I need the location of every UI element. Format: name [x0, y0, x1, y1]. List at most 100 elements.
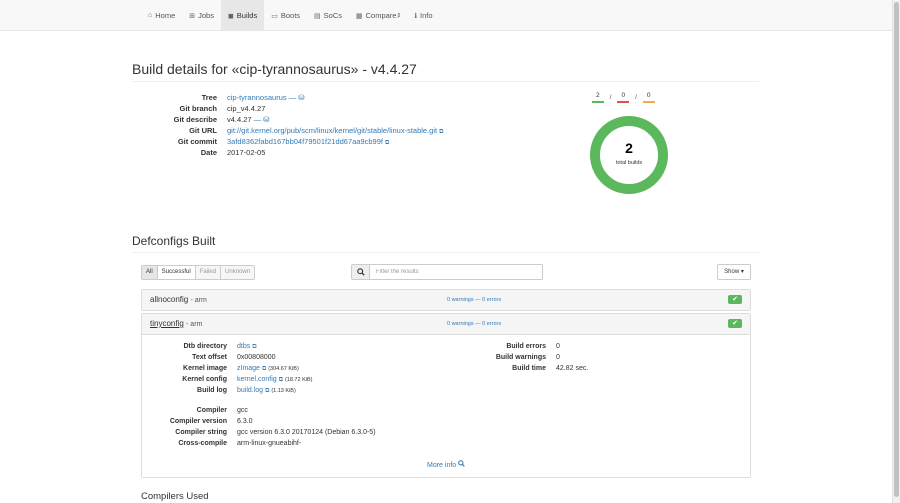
- filter-failed-button[interactable]: Failed: [195, 266, 222, 279]
- nav-boots[interactable]: ▭ Boots: [264, 0, 307, 31]
- dtbs-link[interactable]: dtbs: [237, 343, 250, 350]
- build-errors-value: 0: [556, 343, 560, 350]
- main-nav: ⌂ Home ⊞ Jobs ◼ Builds ▭ Boots ▤ SoCs ▦ Compar…: [141, 0, 440, 31]
- defconfig-panel-tinyconfig: tinyconfig - arm 0 warnings — 0 errors ✔…: [141, 313, 751, 478]
- th-icon: ▦: [356, 12, 363, 20]
- filter-search: [351, 264, 543, 280]
- compiler-version-label: Compiler version: [169, 418, 227, 425]
- nav-home[interactable]: ⌂ Home: [141, 0, 182, 31]
- cross-compile-label: Cross-compile: [178, 440, 227, 447]
- failed-count: 0: [617, 92, 630, 103]
- top-navbar: ⌂ Home ⊞ Jobs ◼ Builds ▭ Boots ▤ SoCs ▦ Compar…: [0, 0, 892, 31]
- info-row: Kernel image zImage ⧉ (304.67 KiB): [142, 363, 312, 374]
- external-link-icon: ⧉: [385, 140, 390, 146]
- filter-unknown-button[interactable]: Unknown: [221, 266, 255, 279]
- git-commit-link[interactable]: 3afd8362fabd167bb04f79501f21dd67aa9cb99f: [227, 137, 383, 146]
- external-link-icon: ⧉: [261, 366, 267, 372]
- build-log-link[interactable]: build.log: [237, 387, 263, 394]
- info-row: Build time 42.82 sec.: [458, 363, 588, 374]
- cube-icon: ◼: [227, 12, 234, 20]
- nav-builds[interactable]: ◼ Builds: [220, 0, 265, 31]
- search-icon: [351, 264, 369, 280]
- compiler-string-value: gcc version 6.3.0 20170124 (Debian 6.3.0…: [237, 429, 376, 436]
- nav-info[interactable]: ℹ Info: [407, 0, 439, 31]
- git-url-link[interactable]: git://git.kernel.org/pub/scm/linux/kerne…: [227, 126, 437, 135]
- kernel-image-label: Kernel image: [183, 365, 227, 372]
- build-log-label: Build log: [197, 387, 227, 394]
- warnings-errors-link[interactable]: 0 warnings — 0 errors: [447, 297, 501, 303]
- panel-heading[interactable]: allnoconfig - arm 0 warnings — 0 errors …: [142, 290, 750, 311]
- info-icon: ℹ: [414, 12, 418, 20]
- tree-label: Tree: [201, 93, 217, 102]
- info-row: Build log build.log ⧉ (1.13 KiB): [142, 385, 312, 396]
- defconfig-name: tinyconfig: [150, 319, 184, 328]
- defconfig-name: allnoconfig: [150, 295, 189, 304]
- text-offset-label: Text offset: [192, 354, 227, 361]
- kernel-image-size: (304.67 KiB): [268, 366, 299, 372]
- nav-compare[interactable]: ▦ Compare β: [349, 0, 407, 31]
- sitemap-icon: ⊞: [189, 12, 196, 20]
- info-row: Cross-compile arm-linux-gnueabihf-: [142, 438, 376, 449]
- detail-row-date: Date 2017-02-05: [150, 147, 443, 158]
- describe-suffix: —: [253, 115, 262, 124]
- more-info-link[interactable]: More info: [427, 460, 465, 469]
- build-details: Tree cip-tyrannosaurus — ⛁ Git branch cip_…: [150, 92, 444, 158]
- detail-row-branch: Git branch cip_v4.4.27: [150, 103, 443, 114]
- compiler-value: gcc: [237, 407, 248, 414]
- build-time-value: 42.82 sec.: [556, 365, 589, 372]
- success-count: 2: [592, 92, 604, 103]
- nav-socs-label: SoCs: [323, 11, 342, 20]
- external-link-icon: ⧉: [265, 388, 270, 394]
- info-row: Build errors 0: [458, 341, 588, 352]
- title-divider: [132, 81, 759, 82]
- show-dropdown-button[interactable]: Show ▾: [717, 264, 751, 280]
- date-value: 2017-02-05: [227, 148, 266, 157]
- defconfig-arch: - arm: [186, 321, 203, 328]
- panel-heading[interactable]: tinyconfig - arm 0 warnings — 0 errors ✔: [142, 314, 750, 335]
- hdd-icon[interactable]: ⛁: [263, 115, 269, 124]
- nav-socs[interactable]: ▤ SoCs: [307, 0, 349, 31]
- total-builds-number: 2: [625, 140, 633, 156]
- build-warnings-value: 0: [556, 354, 560, 361]
- info-row: Compiler gcc: [142, 405, 376, 416]
- page-title: Build details for «cip-tyrannosaurus» - …: [132, 61, 417, 77]
- vertical-scrollbar[interactable]: [892, 0, 900, 503]
- detail-row-url: Git URL git://git.kernel.org/pub/scm/linu…: [150, 125, 443, 136]
- beta-badge: β: [397, 12, 401, 19]
- compiler-version-value: 6.3.0: [237, 418, 253, 425]
- tree-link[interactable]: cip-tyrannosaurus: [227, 93, 287, 102]
- nav-home-label: Home: [155, 11, 176, 20]
- nav-jobs-label: Jobs: [198, 11, 214, 20]
- nav-compare-label: Compare: [365, 11, 397, 20]
- build-warnings-label: Build warnings: [495, 354, 546, 361]
- defconfig-panel-allnoconfig[interactable]: allnoconfig - arm 0 warnings — 0 errors …: [141, 289, 751, 311]
- unknown-count: 0: [642, 92, 655, 103]
- filter-successful-button[interactable]: Successful: [157, 266, 196, 279]
- filter-all-button[interactable]: All: [142, 266, 158, 279]
- commit-label: Git commit: [177, 137, 217, 146]
- cross-compile-value: arm-linux-gnueabihf-: [237, 440, 302, 447]
- scrollbar-thumb[interactable]: [894, 2, 899, 497]
- kernel-config-link[interactable]: kernel.config: [237, 376, 277, 383]
- build-counts: 2 / 0 / 0: [592, 92, 655, 103]
- detail-row-describe: Git describe v4.4.27 — ⛁: [150, 114, 443, 125]
- home-icon: ⌂: [148, 12, 153, 19]
- filter-input[interactable]: [369, 264, 543, 280]
- warnings-errors-link[interactable]: 0 warnings — 0 errors: [447, 321, 501, 327]
- nav-jobs[interactable]: ⊞ Jobs: [182, 0, 221, 31]
- detail-row-commit: Git commit 3afd8362fabd167bb04f79501f21dd…: [150, 136, 443, 147]
- hdd-icon[interactable]: ⛁: [298, 93, 304, 102]
- build-artifacts: Dtb directory dtbs ⧉ Text offset 0x00808000…: [142, 341, 312, 396]
- build-time-label: Build time: [512, 365, 546, 372]
- compiler-string-label: Compiler string: [175, 429, 227, 436]
- compiler-label: Compiler: [196, 407, 227, 414]
- compilers-used-title: Compilers Used: [141, 491, 209, 502]
- count-separator: /: [609, 94, 612, 101]
- branch-label: Git branch: [179, 104, 217, 113]
- hdd-icon: ▭: [271, 12, 278, 20]
- external-link-icon: ⧉: [278, 377, 283, 383]
- zimage-link[interactable]: zImage: [237, 365, 260, 372]
- compiler-info: Compiler gcc Compiler version 6.3.0 Compil…: [142, 405, 376, 449]
- external-link-icon: ⧉: [252, 344, 257, 350]
- branch-value: cip_v4.4.27: [227, 104, 266, 113]
